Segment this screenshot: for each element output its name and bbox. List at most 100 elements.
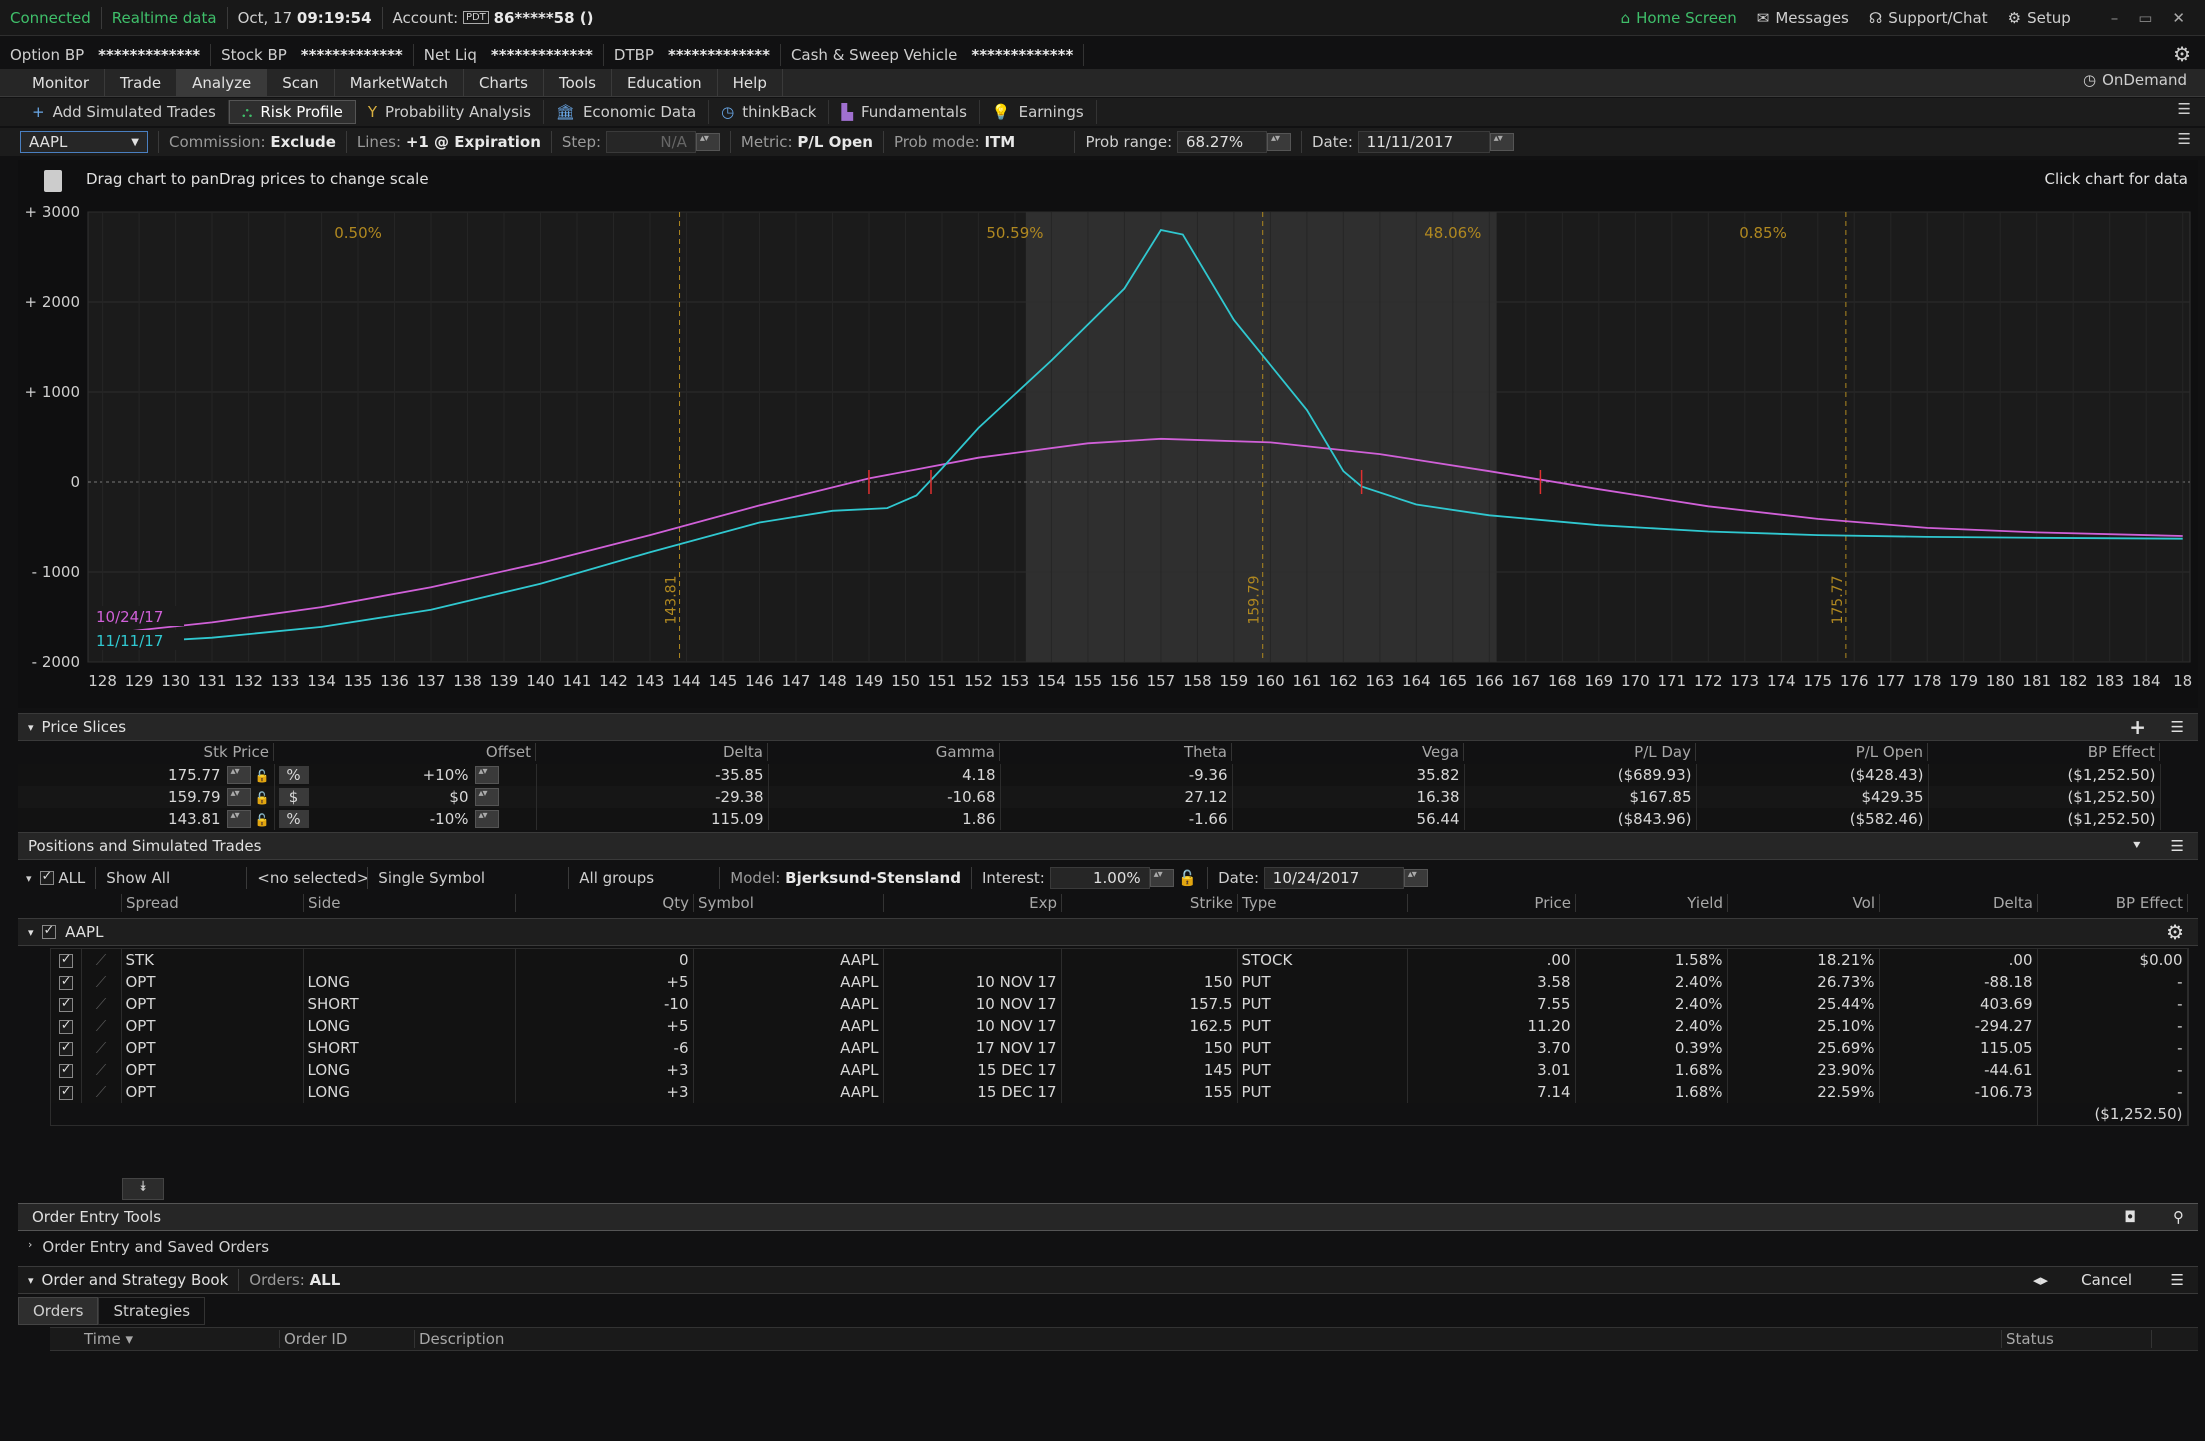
col-order-id[interactable]: Order ID	[280, 1330, 415, 1348]
menu-monitor[interactable]: Monitor	[0, 69, 106, 96]
close-icon[interactable]: ✕	[2162, 0, 2195, 36]
stk-price-spinner[interactable]	[226, 766, 251, 785]
chevron-down-icon[interactable]: ▾	[28, 1274, 34, 1287]
list-menu-icon[interactable]: ☰	[2171, 1271, 2184, 1289]
row-checkbox[interactable]	[58, 996, 73, 1012]
collapse-icon[interactable]: ⯆	[2132, 839, 2142, 854]
lines-select[interactable]: +1 @ Expiration	[406, 133, 541, 151]
col-exp[interactable]: Exp	[884, 894, 1062, 912]
col-offset[interactable]: Offset	[274, 743, 536, 761]
stk-price-spinner[interactable]	[226, 810, 251, 829]
list-menu-icon[interactable]: ☰	[2178, 130, 2191, 148]
commission-select[interactable]: Exclude	[270, 133, 336, 151]
menu-trade[interactable]: Trade	[105, 69, 178, 96]
positions-date-spinner[interactable]	[1403, 869, 1428, 887]
col-yield[interactable]: Yield	[1576, 894, 1728, 912]
col-time[interactable]: Time ▾	[80, 1330, 280, 1348]
menu-analyze[interactable]: Analyze	[177, 69, 268, 96]
selection-filter[interactable]: <no selected>	[257, 869, 369, 887]
row-checkbox[interactable]	[58, 1040, 73, 1056]
setup-button[interactable]: ⚙ Setup	[1998, 0, 2081, 36]
positions-date-input[interactable]: 10/24/2017	[1263, 867, 1404, 889]
offset-mode-select[interactable]: %	[278, 809, 309, 828]
metric-select[interactable]: P/L Open	[797, 133, 873, 151]
col-bp-effect[interactable]: BP Effect	[2038, 894, 2188, 912]
gear-icon[interactable]: ⚙	[2173, 42, 2191, 66]
aapl-group-row[interactable]: ▾ AAPL ⚙	[18, 918, 2198, 946]
lock-icon[interactable]: 🔓	[1178, 869, 1197, 887]
list-menu-icon[interactable]: ☰	[2171, 837, 2184, 855]
col-price[interactable]: Price	[1408, 894, 1576, 912]
price-slice-row[interactable]: 175.77🔓%+10%-35.854.18-9.3635.82($689.93…	[18, 764, 2161, 786]
expand-panel-icon[interactable]: ⯯	[122, 1178, 164, 1200]
position-row[interactable]: ⟋OPTLONG+3AAPL15 DEC 17145PUT3.011.68%23…	[51, 1059, 2188, 1081]
col-spread[interactable]: Spread	[122, 894, 304, 912]
symbol-input[interactable]: AAPL ▼	[20, 131, 148, 153]
subtab-add-simulated-trades[interactable]: + Add Simulated Trades	[20, 100, 229, 124]
stk-price[interactable]: 143.81	[168, 810, 221, 828]
offset-value[interactable]: +10%	[309, 766, 469, 784]
probrange-spinner[interactable]	[1266, 133, 1291, 151]
offset-mode-select[interactable]: %	[278, 765, 309, 784]
col-bp-effect[interactable]: BP Effect	[1928, 743, 2160, 761]
select-all-checkbox[interactable]	[39, 869, 54, 885]
split-view-icon[interactable]: ◂▸	[2033, 1271, 2048, 1289]
model-select[interactable]: Bjerksund-Stensland	[785, 869, 961, 887]
subtab-thinkback[interactable]: ◷ thinkBack	[709, 100, 830, 124]
row-checkbox[interactable]	[58, 1062, 73, 1078]
menu-charts[interactable]: Charts	[464, 69, 544, 96]
home-screen-button[interactable]: ⌂ Home Screen	[1611, 0, 1747, 36]
ondemand-button[interactable]: ◷ OnDemand	[2083, 71, 2187, 89]
list-menu-icon[interactable]: ☰	[2178, 100, 2191, 118]
step-input[interactable]: N/A	[605, 131, 696, 153]
position-row[interactable]: ⟋OPTLONG+3AAPL15 DEC 17155PUT7.141.68%22…	[51, 1081, 2188, 1103]
menu-marketwatch[interactable]: MarketWatch	[335, 69, 464, 96]
messages-button[interactable]: ✉ Messages	[1747, 0, 1859, 36]
chevron-down-icon[interactable]: ▾	[26, 872, 32, 885]
saved-orders-section[interactable]: › Order Entry and Saved Orders	[28, 1238, 269, 1256]
tab-orders[interactable]: Orders	[18, 1297, 99, 1325]
col-qty[interactable]: Qty	[516, 894, 694, 912]
offset-value[interactable]: -10%	[309, 810, 469, 828]
price-slice-row[interactable]: 143.81🔓%-10%115.091.86-1.6656.44($843.96…	[18, 808, 2161, 830]
row-checkbox[interactable]	[58, 974, 73, 990]
col-p-l-day[interactable]: P/L Day	[1464, 743, 1696, 761]
price-slice-row[interactable]: 159.79🔓$$0-29.38-10.6827.1216.38$167.85$…	[18, 786, 2161, 808]
subtab-economic-data[interactable]: 🏛 Economic Data	[544, 100, 710, 124]
cancel-button[interactable]: Cancel	[2081, 1271, 2132, 1289]
interest-spinner[interactable]	[1149, 869, 1174, 887]
camera-icon[interactable]: ◘	[2124, 1208, 2136, 1226]
position-row[interactable]: ⟋OPTLONG+5AAPL10 NOV 17150PUT3.582.40%26…	[51, 971, 2188, 993]
lock-icon[interactable]: 🔓	[255, 769, 270, 783]
col-symbol[interactable]: Symbol	[694, 894, 884, 912]
position-row[interactable]: ⟋STK0AAPLSTOCK.001.58%18.21%.00$0.00	[51, 949, 2188, 971]
col-vega[interactable]: Vega	[1232, 743, 1464, 761]
orders-filter[interactable]: ALL	[310, 1271, 460, 1289]
col-status[interactable]: Status	[2002, 1330, 2152, 1348]
offset-value[interactable]: $0	[309, 788, 468, 806]
col-p-l-open[interactable]: P/L Open	[1696, 743, 1928, 761]
lock-icon[interactable]: 🔓	[255, 813, 270, 827]
position-row[interactable]: ⟋OPTLONG+5AAPL10 NOV 17162.5PUT11.202.40…	[51, 1015, 2188, 1037]
price-slices-header[interactable]: ▾ Price Slices + ☰	[18, 713, 2198, 741]
offset-mode-select[interactable]: $	[278, 787, 309, 806]
tab-strategies[interactable]: Strategies	[98, 1297, 206, 1325]
position-row[interactable]: ⟋OPTSHORT-10AAPL10 NOV 17157.5PUT7.552.4…	[51, 993, 2188, 1015]
date-input[interactable]: 11/11/2017	[1357, 131, 1490, 153]
lock-icon[interactable]: 🔓	[255, 791, 270, 805]
col-gamma[interactable]: Gamma	[768, 743, 1000, 761]
menu-scan[interactable]: Scan	[267, 69, 335, 96]
col-theta[interactable]: Theta	[1000, 743, 1232, 761]
gear-icon[interactable]: ⚙	[2166, 920, 2184, 944]
col-stk-price[interactable]: Stk Price	[18, 743, 274, 761]
add-icon[interactable]: +	[2129, 715, 2146, 739]
probrange-input[interactable]: 68.27%	[1176, 131, 1267, 153]
subtab-probability-analysis[interactable]: Y Probability Analysis	[356, 100, 544, 124]
date-spinner[interactable]	[1489, 133, 1514, 151]
chevron-down-icon[interactable]: ▾	[28, 721, 34, 734]
col-strike[interactable]: Strike	[1062, 894, 1238, 912]
menu-education[interactable]: Education	[612, 69, 718, 96]
menu-tools[interactable]: Tools	[544, 69, 612, 96]
col-side[interactable]: Side	[304, 894, 516, 912]
offset-spinner[interactable]	[474, 788, 499, 807]
